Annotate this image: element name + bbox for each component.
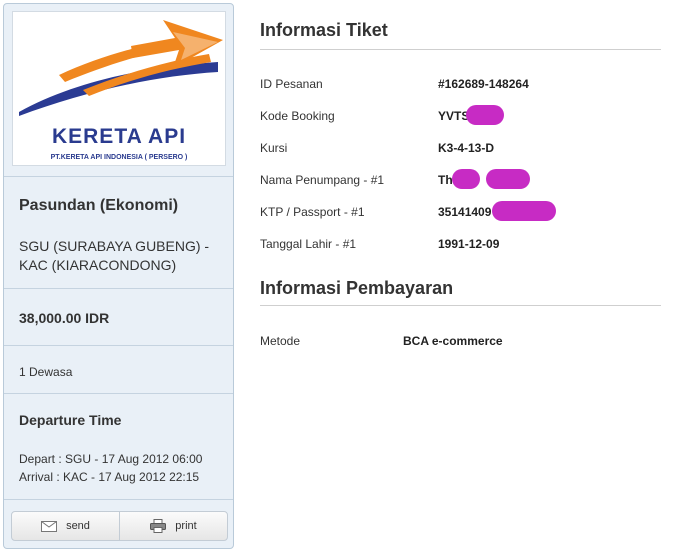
redaction-mark bbox=[486, 169, 530, 189]
divider bbox=[4, 499, 233, 500]
divider bbox=[4, 176, 233, 177]
redaction-mark bbox=[452, 169, 480, 189]
envelope-icon bbox=[41, 520, 58, 532]
passenger-count: 1 Dewasa bbox=[19, 365, 73, 379]
train-name: Pasundan (Ekonomi) bbox=[19, 197, 179, 214]
logo-title: KERETA API bbox=[51, 125, 187, 148]
printer-icon bbox=[150, 519, 167, 533]
arrival-info: Arrival : KAC - 17 Aug 2012 22:15 bbox=[19, 470, 200, 484]
ticket-price: 38,000.00 IDR bbox=[19, 310, 110, 326]
passenger-name-value: Th bbox=[438, 173, 453, 187]
payment-info-title: Informasi Pembayaran bbox=[260, 278, 454, 298]
booking-code-label: Kode Booking bbox=[260, 109, 335, 123]
send-label: send bbox=[66, 520, 90, 532]
print-label: print bbox=[175, 520, 197, 532]
seat-label: Kursi bbox=[260, 141, 288, 155]
id-passport-label: KTP / Passport - #1 bbox=[260, 205, 365, 219]
redaction-mark bbox=[492, 201, 556, 221]
divider bbox=[4, 393, 233, 394]
section-divider bbox=[260, 305, 661, 306]
seat-value: K3-4-13-D bbox=[438, 141, 495, 155]
passenger-name-label: Nama Penumpang - #1 bbox=[260, 173, 385, 187]
kereta-api-logo: KERETA API PT.KERETA API INDONESIA ( PER… bbox=[12, 11, 226, 166]
logo-subtitle: PT.KERETA API INDONESIA ( PERSERO ) bbox=[50, 154, 188, 161]
divider bbox=[4, 288, 233, 289]
print-button[interactable]: print bbox=[119, 512, 227, 540]
send-button[interactable]: send bbox=[12, 512, 119, 540]
section-divider bbox=[260, 49, 661, 50]
birth-date-label: Tanggal Lahir - #1 bbox=[260, 237, 357, 251]
redaction-mark bbox=[466, 105, 504, 125]
depart-info: Depart : SGU - 17 Aug 2012 06:00 bbox=[19, 452, 203, 466]
route-destination: KAC (KIARACONDONG) bbox=[19, 257, 177, 273]
id-passport-value: 35141409 bbox=[438, 205, 492, 219]
divider bbox=[4, 345, 233, 346]
ticket-actions: send print bbox=[11, 511, 228, 541]
order-id-label: ID Pesanan bbox=[260, 77, 323, 91]
payment-method-label: Metode bbox=[260, 334, 301, 348]
ticket-summary-card: KERETA API PT.KERETA API INDONESIA ( PER… bbox=[3, 3, 234, 549]
ticket-info-title: Informasi Tiket bbox=[260, 20, 388, 40]
order-id-value: #162689-148264 bbox=[438, 77, 529, 91]
booking-code-value: YVTS bbox=[438, 109, 470, 123]
payment-method-value: BCA e-commerce bbox=[403, 334, 503, 348]
birth-date-value: 1991-12-09 bbox=[438, 237, 500, 251]
route: SGU (SURABAYA GUBENG) - KAC (KIARACONDON… bbox=[4, 237, 233, 275]
route-origin: SGU (SURABAYA GUBENG) - bbox=[19, 238, 210, 254]
departure-time-title: Departure Time bbox=[19, 412, 122, 428]
